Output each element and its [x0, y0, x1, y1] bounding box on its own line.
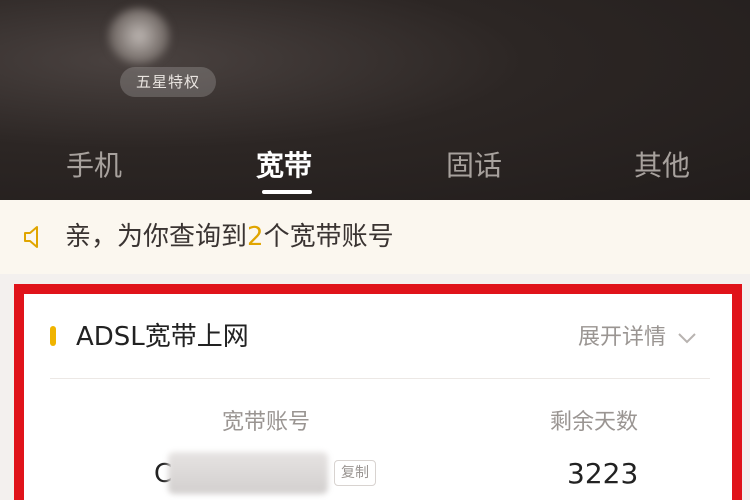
- avatar[interactable]: [108, 8, 170, 64]
- remaining-days-value: 3223: [567, 457, 639, 490]
- active-tab-indicator: [262, 190, 312, 194]
- account-count: 2: [247, 222, 264, 252]
- expand-details-label: 展开详情: [578, 325, 667, 350]
- title-bullet: [50, 326, 56, 346]
- divider: [50, 378, 710, 379]
- expand-details-button[interactable]: 展开详情: [578, 322, 698, 354]
- tab-mobile[interactable]: 手机: [66, 146, 122, 186]
- tab-other[interactable]: 其他: [634, 146, 690, 186]
- member-badge[interactable]: 五星特权: [120, 67, 217, 97]
- copy-button[interactable]: 复制: [334, 460, 376, 486]
- card-title: ADSL宽带上网: [76, 322, 249, 352]
- profile-header: 五星特权 手机 宽带 固话 其他: [0, 0, 750, 200]
- tab-broadband[interactable]: 宽带: [256, 146, 312, 186]
- notice-text: 亲，为你查询到2个宽带账号: [65, 222, 394, 252]
- speaker-icon: [24, 226, 38, 248]
- account-column-header: 宽带账号: [222, 410, 311, 435]
- tab-landline[interactable]: 固话: [446, 146, 502, 186]
- chevron-down-icon: [678, 333, 696, 344]
- account-redaction: [168, 452, 328, 494]
- days-column-header: 剩余天数: [550, 410, 639, 435]
- service-tabs: 手机 宽带 固话 其他: [0, 138, 750, 200]
